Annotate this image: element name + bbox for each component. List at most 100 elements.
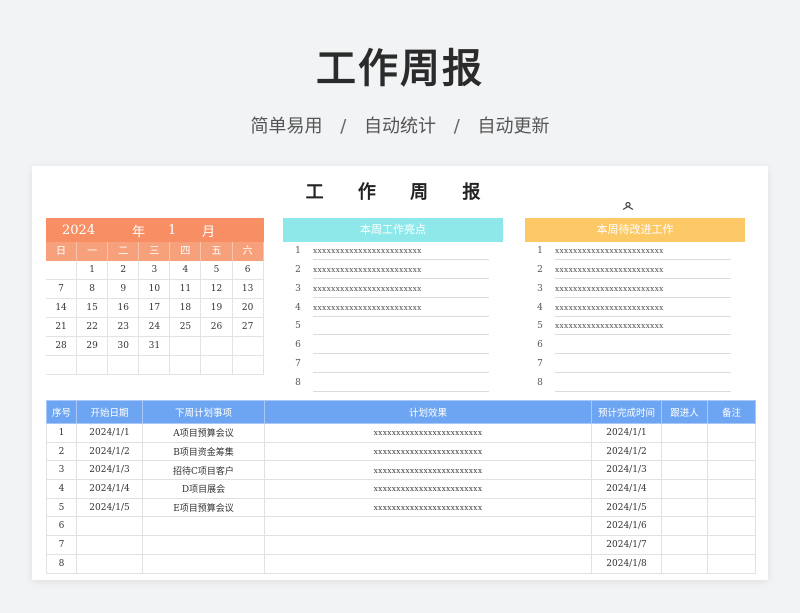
calendar-day-cell[interactable]: 28 xyxy=(46,337,78,356)
plan-cell[interactable]: 2 xyxy=(46,441,77,462)
plan-cell[interactable] xyxy=(142,516,265,537)
calendar-day-cell[interactable]: 24 xyxy=(139,318,171,337)
highlights-row-text[interactable]: xxxxxxxxxxxxxxxxxxxxxxxx xyxy=(313,299,489,317)
plan-cell[interactable] xyxy=(707,441,756,462)
plan-cell[interactable] xyxy=(264,535,592,555)
plan-cell[interactable]: 2024/1/2 xyxy=(76,441,143,462)
calendar-day-cell[interactable] xyxy=(46,356,78,375)
improvements-row-text[interactable]: xxxxxxxxxxxxxxxxxxxxxxxx xyxy=(555,261,731,280)
plan-cell[interactable] xyxy=(264,516,592,537)
plan-cell[interactable] xyxy=(142,535,265,555)
plan-cell[interactable] xyxy=(264,553,592,574)
calendar-day-cell[interactable] xyxy=(46,261,78,280)
calendar-day-cell[interactable]: 1 xyxy=(77,261,109,280)
calendar-day-cell[interactable]: 16 xyxy=(108,299,140,318)
plan-cell[interactable] xyxy=(661,516,708,537)
plan-cell[interactable]: xxxxxxxxxxxxxxxxxxxxxxxx xyxy=(264,479,592,499)
plan-cell[interactable] xyxy=(76,535,143,555)
calendar-day-cell[interactable]: 21 xyxy=(46,318,78,337)
plan-cell[interactable]: 招待C项目客户 xyxy=(142,460,265,481)
plan-cell[interactable] xyxy=(707,516,756,537)
plan-cell[interactable]: 4 xyxy=(46,479,77,499)
plan-cell[interactable]: xxxxxxxxxxxxxxxxxxxxxxxx xyxy=(264,441,592,462)
highlights-row-text[interactable] xyxy=(313,374,489,392)
calendar-day-cell[interactable]: 7 xyxy=(46,280,78,299)
plan-cell[interactable] xyxy=(661,423,708,443)
plan-cell[interactable] xyxy=(707,553,756,574)
calendar-day-cell[interactable]: 10 xyxy=(139,280,171,299)
improvements-row-text[interactable]: xxxxxxxxxxxxxxxxxxxxxxxx xyxy=(555,317,731,336)
calendar-year[interactable]: 2024 xyxy=(62,223,132,238)
plan-cell[interactable]: 2024/1/1 xyxy=(591,423,662,443)
plan-cell[interactable]: 2024/1/4 xyxy=(76,479,143,499)
calendar-day-cell[interactable]: 22 xyxy=(77,318,109,337)
plan-cell[interactable] xyxy=(661,460,708,481)
improvements-row-text[interactable]: xxxxxxxxxxxxxxxxxxxxxxxx xyxy=(555,299,731,317)
plan-cell[interactable]: xxxxxxxxxxxxxxxxxxxxxxxx xyxy=(264,497,592,518)
plan-cell[interactable]: 2024/1/2 xyxy=(591,441,662,462)
plan-cell[interactable] xyxy=(661,441,708,462)
plan-cell[interactable]: xxxxxxxxxxxxxxxxxxxxxxxx xyxy=(264,460,592,481)
highlights-row-text[interactable]: xxxxxxxxxxxxxxxxxxxxxxxx xyxy=(313,242,489,261)
calendar-day-cell[interactable] xyxy=(108,356,140,375)
calendar-day-cell[interactable] xyxy=(232,337,264,356)
plan-cell[interactable]: B项目资金筹集 xyxy=(142,441,265,462)
highlights-row-text[interactable]: xxxxxxxxxxxxxxxxxxxxxxxx xyxy=(313,280,489,298)
improvements-row-text[interactable] xyxy=(555,336,731,355)
plan-cell[interactable]: xxxxxxxxxxxxxxxxxxxxxxxx xyxy=(264,423,592,443)
calendar-day-cell[interactable]: 13 xyxy=(232,280,264,299)
highlights-row-text[interactable] xyxy=(313,336,489,355)
calendar-day-cell[interactable] xyxy=(201,337,233,356)
calendar-day-cell[interactable]: 18 xyxy=(170,299,202,318)
plan-cell[interactable] xyxy=(707,479,756,499)
plan-cell[interactable] xyxy=(707,497,756,518)
highlights-row-text[interactable] xyxy=(313,355,489,373)
calendar-day-cell[interactable]: 26 xyxy=(201,318,233,337)
plan-cell[interactable] xyxy=(661,479,708,499)
calendar-day-cell[interactable]: 29 xyxy=(77,337,109,356)
plan-cell[interactable] xyxy=(707,423,756,443)
plan-cell[interactable]: 2024/1/6 xyxy=(591,516,662,537)
calendar-day-cell[interactable]: 19 xyxy=(201,299,233,318)
plan-cell[interactable]: 2024/1/3 xyxy=(76,460,143,481)
calendar-day-cell[interactable] xyxy=(77,356,109,375)
calendar-day-cell[interactable]: 25 xyxy=(170,318,202,337)
calendar-day-cell[interactable]: 9 xyxy=(108,280,140,299)
plan-cell[interactable]: E项目预算会议 xyxy=(142,497,265,518)
calendar-day-cell[interactable] xyxy=(201,356,233,375)
plan-cell[interactable]: A项目预算会议 xyxy=(142,423,265,443)
calendar-day-cell[interactable]: 6 xyxy=(232,261,264,280)
calendar-day-cell[interactable]: 30 xyxy=(108,337,140,356)
calendar-day-cell[interactable]: 17 xyxy=(139,299,171,318)
calendar-day-cell[interactable]: 2 xyxy=(108,261,140,280)
plan-cell[interactable]: 2024/1/4 xyxy=(591,479,662,499)
plan-cell[interactable] xyxy=(661,553,708,574)
improvements-row-text[interactable]: xxxxxxxxxxxxxxxxxxxxxxxx xyxy=(555,280,731,298)
calendar-day-cell[interactable]: 11 xyxy=(170,280,202,299)
improvements-row-text[interactable]: xxxxxxxxxxxxxxxxxxxxxxxx xyxy=(555,242,731,261)
highlights-row-text[interactable] xyxy=(313,317,489,336)
calendar-day-cell[interactable]: 20 xyxy=(232,299,264,318)
plan-cell[interactable] xyxy=(661,497,708,518)
plan-cell[interactable] xyxy=(142,553,265,574)
plan-cell[interactable]: 6 xyxy=(46,516,77,537)
plan-cell[interactable]: 2024/1/7 xyxy=(591,535,662,555)
calendar-day-cell[interactable]: 12 xyxy=(201,280,233,299)
calendar-month[interactable]: 1 xyxy=(168,223,202,238)
plan-cell[interactable] xyxy=(707,460,756,481)
plan-cell[interactable]: 2024/1/1 xyxy=(76,423,143,443)
calendar-day-cell[interactable]: 15 xyxy=(77,299,109,318)
plan-cell[interactable] xyxy=(76,516,143,537)
calendar-day-cell[interactable]: 27 xyxy=(232,318,264,337)
calendar-day-cell[interactable]: 5 xyxy=(201,261,233,280)
calendar-day-cell[interactable] xyxy=(139,356,171,375)
calendar-day-cell[interactable] xyxy=(170,356,202,375)
plan-cell[interactable]: 3 xyxy=(46,460,77,481)
plan-cell[interactable]: 2024/1/5 xyxy=(591,497,662,518)
improvements-row-text[interactable] xyxy=(555,355,731,373)
highlights-row-text[interactable]: xxxxxxxxxxxxxxxxxxxxxxxx xyxy=(313,261,489,280)
plan-cell[interactable]: D项目展会 xyxy=(142,479,265,499)
calendar-day-cell[interactable]: 31 xyxy=(139,337,171,356)
calendar-day-cell[interactable] xyxy=(170,337,202,356)
plan-cell[interactable]: 5 xyxy=(46,497,77,518)
